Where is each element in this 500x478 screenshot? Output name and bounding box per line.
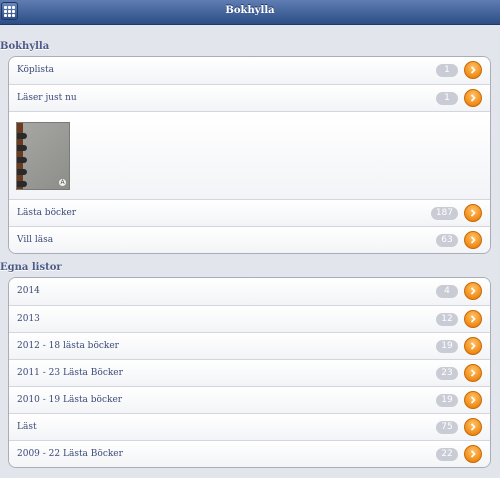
list-item-2012[interactable]: 2012 - 18 lästa böcker 19 (9, 332, 490, 359)
list-item-label: 2014 (17, 286, 40, 296)
list-item-laser-just-nu[interactable]: Läser just nu 1 (9, 84, 490, 111)
chevron-right-icon[interactable] (464, 231, 482, 249)
publisher-logo-icon: A (59, 179, 66, 186)
page-title: Bokhylla (225, 5, 275, 16)
list-item-label: 2012 - 18 lästa böcker (17, 341, 119, 351)
chevron-right-icon[interactable] (464, 364, 482, 382)
list-item-label: Köplista (17, 65, 55, 75)
list-item-2014[interactable]: 2014 4 (9, 278, 490, 305)
section-title-egna-listor: Egna listor (0, 262, 62, 273)
list-item-label: Läst (17, 422, 37, 432)
list-item-label: 2010 - 19 Lästa böcker (17, 395, 123, 405)
chevron-right-icon[interactable] (464, 445, 482, 463)
list-item-vill-lasa[interactable]: Vill läsa 63 (9, 226, 490, 253)
list-item-2013[interactable]: 2013 12 (9, 305, 490, 332)
list-item-label: Vill läsa (17, 235, 54, 245)
section-title-bokhylla: Bokhylla (0, 41, 50, 52)
egna-listor-group: 2014 4 2013 12 2012 - 18 lästa böcker 19… (8, 277, 491, 468)
chevron-right-icon[interactable] (464, 337, 482, 355)
list-item-label: Lästa böcker (17, 208, 77, 218)
count-badge: 22 (436, 448, 458, 461)
list-item-label: 2009 - 22 Lästa Böcker (17, 449, 123, 459)
chevron-right-icon[interactable] (464, 61, 482, 79)
top-bar: Bokhylla (0, 0, 500, 25)
chevron-right-icon[interactable] (464, 204, 482, 222)
count-badge: 12 (436, 313, 458, 326)
list-item-label: 2013 (17, 314, 40, 324)
list-item-2009[interactable]: 2009 - 22 Lästa Böcker 22 (9, 440, 490, 467)
chevron-right-icon[interactable] (464, 282, 482, 300)
count-badge: 187 (430, 207, 458, 220)
chevron-right-icon[interactable] (464, 418, 482, 436)
count-badge: 1 (436, 64, 458, 77)
list-item-2011[interactable]: 2011 - 23 Lästa Böcker 23 (9, 359, 490, 386)
list-item-label: Läser just nu (17, 93, 77, 103)
count-badge: 19 (436, 340, 458, 353)
list-item-lasta-bocker[interactable]: Lästa böcker 187 (9, 199, 490, 226)
bokhylla-group: Köplista 1 Läser just nu 1 A Lästa böcke… (8, 56, 491, 254)
list-item-2010[interactable]: 2010 - 19 Lästa böcker 19 (9, 386, 490, 413)
count-badge: 1 (436, 92, 458, 105)
count-badge: 63 (436, 234, 458, 247)
book-cover-image[interactable]: A (16, 122, 70, 190)
current-book-row[interactable]: A (9, 111, 490, 199)
chevron-right-icon[interactable] (464, 310, 482, 328)
list-item-label: 2011 - 23 Lästa Böcker (17, 368, 123, 378)
chevron-right-icon[interactable] (464, 391, 482, 409)
count-badge: 23 (436, 367, 458, 380)
list-item-koplista[interactable]: Köplista 1 (9, 57, 490, 84)
count-badge: 19 (436, 394, 458, 407)
count-badge: 4 (436, 285, 458, 298)
list-item-last[interactable]: Läst 75 (9, 413, 490, 440)
chevron-right-icon[interactable] (464, 89, 482, 107)
count-badge: 75 (436, 421, 458, 434)
